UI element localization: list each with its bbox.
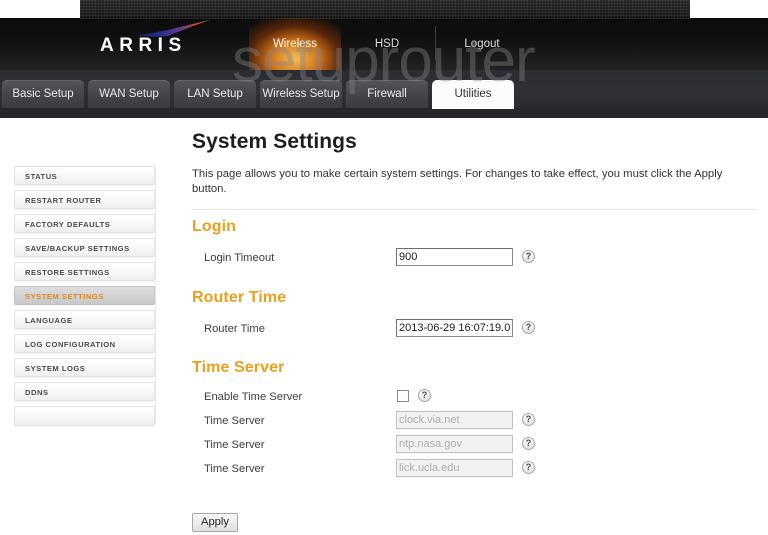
section-title-router-time: Router Time — [192, 289, 286, 307]
sidebar-item-system-settings[interactable]: SYSTEM SETTINGS — [14, 286, 155, 305]
sidebar-item-empty — [14, 406, 155, 426]
input-router-time[interactable] — [396, 319, 513, 337]
site-header: ARRIS Wireless HSD Logout — [0, 0, 768, 70]
arris-wordmark: ARRIS — [100, 36, 220, 56]
header-margin-left — [0, 0, 80, 18]
section-login: Login — [192, 218, 236, 236]
input-time-server-3[interactable] — [396, 459, 513, 477]
tab-wan-setup[interactable]: WAN Setup — [88, 80, 170, 108]
tab-utilities[interactable]: Utilities — [432, 80, 514, 109]
utilities-sidebar: STATUS RESTART ROUTER FACTORY DEFAULTS S… — [14, 166, 155, 431]
router-admin-page: ARRIS Wireless HSD Logout setuprouter Ba… — [0, 0, 768, 535]
arris-logo[interactable]: ARRIS — [100, 18, 220, 60]
field-row-time-server-1: Time Server ? — [192, 411, 542, 431]
field-row-time-server-2: Time Server ? — [192, 435, 542, 455]
help-icon-time-server-1[interactable]: ? — [522, 413, 535, 426]
section-router-time: Router Time — [192, 289, 286, 307]
label-router-time: Router Time — [204, 319, 265, 339]
input-time-server-2[interactable] — [396, 435, 513, 453]
sidebar-item-language[interactable]: LANGUAGE — [14, 310, 155, 329]
topnav-item-hsd[interactable]: HSD — [341, 18, 433, 70]
topnav-item-logout[interactable]: Logout — [436, 18, 528, 70]
checkbox-enable-time-server[interactable] — [397, 390, 409, 402]
sidebar-item-factory-defaults[interactable]: FACTORY DEFAULTS — [14, 214, 155, 233]
label-enable-time-server: Enable Time Server — [204, 387, 302, 407]
help-icon-time-server-3[interactable]: ? — [522, 461, 535, 474]
header-margin-right — [690, 0, 768, 18]
help-icon-time-server-2[interactable]: ? — [522, 437, 535, 450]
main-tab-bar: Basic Setup WAN Setup LAN Setup Wireless… — [0, 70, 768, 118]
sidebar-item-ddns[interactable]: DDNS — [14, 382, 155, 401]
help-icon-login-timeout[interactable]: ? — [522, 250, 535, 263]
field-row-time-server-3: Time Server ? — [192, 459, 542, 479]
field-row-router-time: Router Time ? — [192, 319, 542, 339]
section-title-time-server: Time Server — [192, 359, 284, 377]
page-title: System Settings — [192, 130, 758, 154]
field-row-enable-time-server: Enable Time Server ? — [192, 387, 542, 407]
tab-lan-setup[interactable]: LAN Setup — [174, 80, 256, 108]
input-login-timeout[interactable] — [396, 248, 513, 266]
label-time-server-3: Time Server — [204, 459, 265, 479]
sidebar-item-restart-router[interactable]: RESTART ROUTER — [14, 190, 155, 209]
help-icon-enable-time-server[interactable]: ? — [418, 389, 431, 402]
tab-basic-setup[interactable]: Basic Setup — [2, 80, 84, 108]
label-time-server-1: Time Server — [204, 411, 265, 431]
sidebar-item-system-logs[interactable]: SYSTEM LOGS — [14, 358, 155, 377]
sidebar-item-log-configuration[interactable]: LOG CONFIGURATION — [14, 334, 155, 353]
header-texture-strip — [80, 0, 690, 19]
page-description: This page allows you to make certain sys… — [192, 167, 758, 197]
title-divider — [192, 209, 758, 210]
input-time-server-1[interactable] — [396, 411, 513, 429]
apply-button[interactable]: Apply — [192, 513, 238, 532]
tab-firewall[interactable]: Firewall — [346, 80, 428, 108]
field-row-login-timeout: Login Timeout ? — [192, 248, 542, 268]
sidebar-item-restore-settings[interactable]: RESTORE SETTINGS — [14, 262, 155, 281]
sidebar-item-status[interactable]: STATUS — [14, 166, 155, 185]
help-icon-router-time[interactable]: ? — [522, 321, 535, 334]
label-login-timeout: Login Timeout — [204, 248, 274, 268]
section-title-login: Login — [192, 218, 236, 236]
settings-panel: System Settings This page allows you to … — [192, 118, 758, 210]
sidebar-divider — [155, 166, 156, 424]
page-content: STATUS RESTART ROUTER FACTORY DEFAULTS S… — [0, 118, 768, 535]
label-time-server-2: Time Server — [204, 435, 265, 455]
sidebar-item-save-backup-settings[interactable]: SAVE/BACKUP SETTINGS — [14, 238, 155, 257]
section-time-server: Time Server — [192, 359, 284, 377]
tab-bar-base — [0, 108, 768, 118]
topnav-item-wireless[interactable]: Wireless — [249, 18, 341, 70]
tab-wireless-setup[interactable]: Wireless Setup — [260, 80, 342, 108]
